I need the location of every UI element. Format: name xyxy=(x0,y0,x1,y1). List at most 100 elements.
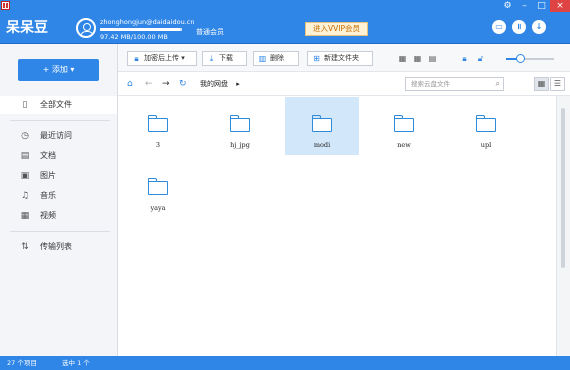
sidebar-item-label: 文档 xyxy=(40,151,56,160)
sidebar-divider xyxy=(10,231,110,232)
trash-icon: ▥ xyxy=(258,54,267,63)
folder-name: modi xyxy=(313,141,331,149)
folder-item[interactable]: yaya xyxy=(121,160,195,218)
download-label: 下载 xyxy=(219,54,233,62)
folder-item[interactable]: hj_jpg xyxy=(203,97,277,155)
add-button[interactable]: + 添加 ▾ xyxy=(18,59,99,81)
grid-view-toggle[interactable]: ▦ xyxy=(534,77,549,91)
download-circle-icon[interactable]: ↓ xyxy=(532,20,546,34)
upload-label: 加密后上传 ▾ xyxy=(144,54,185,62)
sidebar-item-label: 音乐 xyxy=(40,191,56,200)
search-icon[interactable]: ⌕ xyxy=(496,78,500,90)
sidebar-item-label: 视频 xyxy=(40,211,56,220)
new-folder-label: 新建文件夹 xyxy=(324,54,359,62)
close-icon[interactable]: × xyxy=(550,0,570,12)
app-logo-icon xyxy=(1,1,10,10)
music-icon: ♫ xyxy=(20,191,30,201)
folder-name: hj_jpg xyxy=(230,141,250,149)
download-icon: ⤓ xyxy=(209,54,214,63)
vertical-scrollbar[interactable] xyxy=(556,96,570,356)
breadcrumb-item[interactable]: 我的网盘 xyxy=(200,80,228,88)
maximize-icon[interactable]: □ xyxy=(533,0,550,12)
refresh-icon[interactable]: ↻ xyxy=(179,79,187,89)
folder-name: yaya xyxy=(150,204,166,212)
folder-item[interactable]: upl xyxy=(449,97,523,155)
minimize-icon[interactable]: – xyxy=(516,0,533,12)
folder-name: 3 xyxy=(155,141,161,149)
encrypted-upload-button[interactable]: 🔒︎ 加密后上传 ▾ xyxy=(127,51,197,66)
window-controls: ⚙ – □ × xyxy=(499,0,570,12)
document-icon: ▯ xyxy=(22,100,28,110)
clock-icon: ◷ xyxy=(21,131,29,141)
sidebar: + 添加 ▾ ▯ 全部文件 ◷ 最近访问 ▤ 文档 ▣ 图片 ♫ 音乐 ▦ 视频… xyxy=(0,44,118,356)
lock-icon: 🔒︎ xyxy=(134,54,139,63)
quota-fill xyxy=(100,28,180,31)
new-folder-button[interactable]: ⊞ 新建文件夹 xyxy=(307,51,373,66)
folder-icon xyxy=(148,178,168,195)
folder-item[interactable]: 3 xyxy=(121,97,195,155)
image-icon: ▣ xyxy=(20,171,30,181)
folder-icon xyxy=(230,115,250,132)
list-grid-icon[interactable]: ▤ xyxy=(428,54,437,63)
folder-name: new xyxy=(397,141,411,149)
small-grid-icon[interactable]: ▦ xyxy=(413,54,422,63)
sidebar-item-all-files[interactable]: ▯ 全部文件 xyxy=(0,96,117,114)
sidebar-item-images[interactable]: ▣ 图片 xyxy=(0,167,117,185)
selected-count: 选中 1 个 xyxy=(62,359,90,367)
zoom-slider[interactable] xyxy=(506,58,554,60)
sidebar-item-transfers[interactable]: ⇅ 传输列表 xyxy=(0,238,117,256)
user-email: zhonghongjun@daidaidou.cn xyxy=(100,18,195,26)
quota-bar xyxy=(100,28,182,31)
sidebar-item-music[interactable]: ♫ 音乐 xyxy=(0,187,117,205)
address-bar: ⌂ ← → ↻ 我的网盘 ▸ 搜索云盘文件 ⌕ ▦ ☰ xyxy=(118,72,570,96)
search-placeholder: 搜索云盘文件 xyxy=(411,80,450,88)
avatar[interactable] xyxy=(76,18,96,38)
new-folder-icon: ⊞ xyxy=(313,54,320,63)
sidebar-item-label: 图片 xyxy=(40,171,56,180)
doc-icon: ▤ xyxy=(20,151,30,161)
user-level[interactable]: 普通会员 xyxy=(196,27,224,37)
search-input[interactable]: 搜索云盘文件 ⌕ xyxy=(405,77,504,91)
pause-icon[interactable]: ॥ xyxy=(512,20,526,34)
folder-item-selected[interactable]: modi xyxy=(285,97,359,155)
large-grid-icon[interactable]: ▦ xyxy=(398,54,407,63)
download-button[interactable]: ⤓ 下载 xyxy=(202,51,247,66)
item-count: 27 个项目 xyxy=(7,359,37,367)
folder-icon xyxy=(476,115,496,132)
folder-icon xyxy=(148,115,168,132)
scrollbar-thumb[interactable] xyxy=(561,108,565,268)
folder-item[interactable]: new xyxy=(367,97,441,155)
zoom-knob[interactable] xyxy=(516,54,526,63)
folder-name: upl xyxy=(480,141,492,149)
delete-button[interactable]: ▥ 删除 xyxy=(253,51,299,66)
sidebar-item-label: 全部文件 xyxy=(40,100,72,109)
forward-icon[interactable]: → xyxy=(162,79,170,89)
folder-icon xyxy=(312,115,332,132)
monitor-icon[interactable]: ▭ xyxy=(492,20,506,34)
sidebar-item-label: 传输列表 xyxy=(40,242,72,251)
file-grid: 3 hj_jpg modi new upl yaya xyxy=(118,96,556,356)
vip-button[interactable]: 进入VVIP会员 xyxy=(305,22,368,36)
sidebar-divider xyxy=(10,120,110,121)
gear-icon[interactable]: ⚙ xyxy=(499,0,516,12)
status-bar: 27 个项目 选中 1 个 xyxy=(0,356,570,370)
sidebar-item-videos[interactable]: ▦ 视频 xyxy=(0,207,117,225)
video-icon: ▦ xyxy=(20,211,30,221)
sidebar-item-documents[interactable]: ▤ 文档 xyxy=(0,147,117,165)
sidebar-item-label: 最近访问 xyxy=(40,131,72,140)
breadcrumb[interactable]: 我的网盘 ▸ xyxy=(194,77,404,91)
transfer-icon: ⇅ xyxy=(21,242,29,252)
header: 呆呆豆 zhonghongjun@daidaidou.cn 97.42 MB/1… xyxy=(0,0,570,44)
toolbar: 🔒︎ 加密后上传 ▾ ⤓ 下载 ▥ 删除 ⊞ 新建文件夹 ▦ ▦ ▤ 🔒︎ 🔓︎ xyxy=(118,44,570,72)
sidebar-item-recent[interactable]: ◷ 最近访问 xyxy=(0,127,117,145)
app-title: 呆呆豆 xyxy=(6,20,48,36)
list-view-toggle[interactable]: ☰ xyxy=(550,77,565,91)
back-icon[interactable]: ← xyxy=(145,79,153,89)
delete-label: 删除 xyxy=(270,54,284,62)
folder-icon xyxy=(394,115,414,132)
breadcrumb-arrow-icon[interactable]: ▸ xyxy=(236,80,240,88)
quota-text: 97.42 MB/100.00 MB xyxy=(100,33,168,41)
home-icon[interactable]: ⌂ xyxy=(127,79,133,89)
lock-closed-icon[interactable]: 🔒︎ xyxy=(460,54,469,63)
lock-open-icon[interactable]: 🔓︎ xyxy=(476,54,485,63)
